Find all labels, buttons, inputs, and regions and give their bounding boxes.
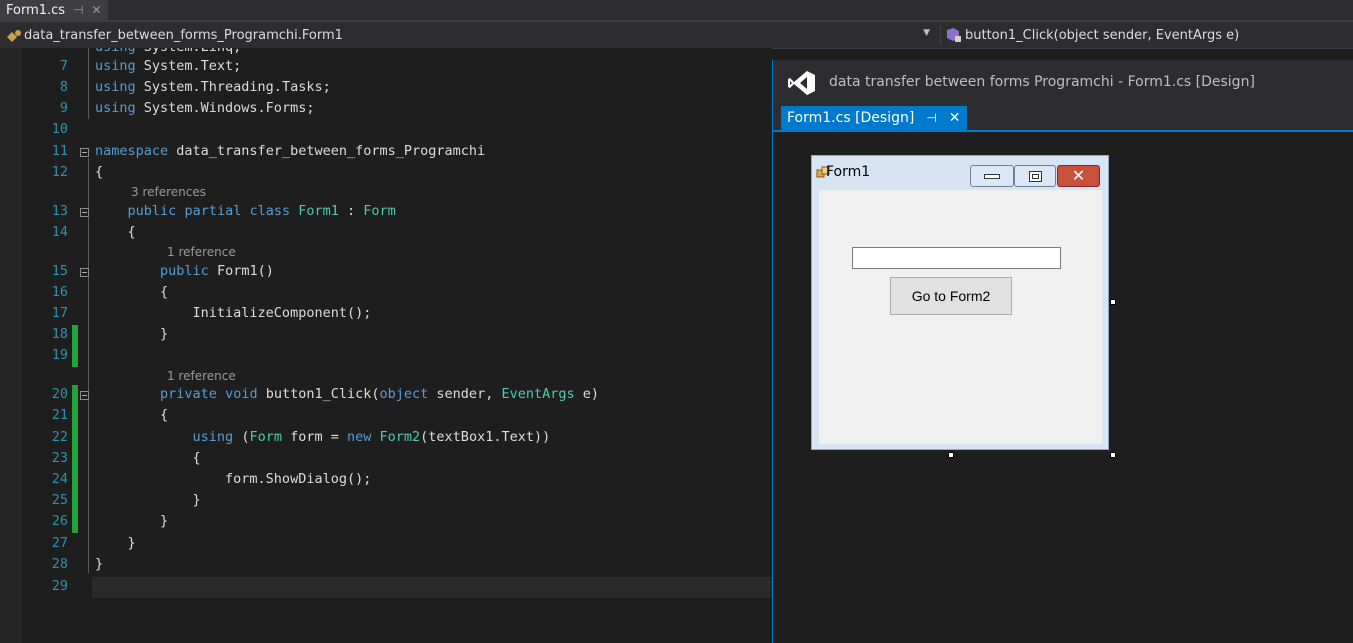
tab-form1-design[interactable]: Form1.cs [Design] ⊣ ✕ [781, 106, 967, 130]
code-line-24: form.ShowDialog(); [95, 471, 372, 487]
document-tab-strip: Form1.cs ⊣ ✕ [0, 0, 1353, 22]
resize-handle-right[interactable] [1110, 299, 1116, 305]
code-line-15: public Form1() [160, 263, 274, 279]
close-button[interactable]: ✕ [1057, 165, 1100, 187]
line-number: 20 [51, 386, 68, 402]
textbox1[interactable] [852, 247, 1061, 269]
collapse-method-icon[interactable] [80, 391, 89, 400]
code-line-9: using System.Windows.Forms; [95, 100, 315, 116]
current-line-highlight [92, 577, 772, 598]
form1-window[interactable]: Form1 ✕ Go to Form2 [811, 155, 1109, 450]
outline-guide [88, 48, 89, 119]
maximize-icon [1028, 170, 1042, 182]
line-number: 25 [51, 492, 68, 508]
code-editor[interactable]: using System.Linq; 7 8 9 10 11 12 13 14 … [0, 48, 772, 643]
collapse-class-icon[interactable] [80, 208, 89, 217]
line-number: 7 [59, 58, 68, 74]
code-line-23: { [95, 450, 201, 466]
go-to-form2-button[interactable]: Go to Form2 [890, 277, 1012, 315]
line-number: 15 [51, 263, 68, 279]
line-number: 10 [51, 121, 68, 137]
minimize-icon [984, 173, 1000, 179]
code-line-14: { [95, 224, 136, 240]
code-line-11: namespace data_transfer_between_forms_Pr… [95, 143, 486, 159]
code-line-13: public partial class Form1 : Form [127, 203, 396, 219]
codelens-references[interactable]: 1 reference [167, 369, 236, 383]
code-line-27: } [95, 535, 136, 551]
codelens-references[interactable]: 1 reference [167, 245, 236, 259]
code-line-16: { [95, 284, 169, 300]
codelens-references[interactable]: 3 references [131, 185, 206, 199]
tab-form1-cs[interactable]: Form1.cs ⊣ ✕ [0, 0, 108, 20]
code-line-17: InitializeComponent(); [95, 305, 372, 321]
form-client-area[interactable]: Go to Form2 [819, 190, 1102, 444]
line-number: 23 [51, 450, 68, 466]
code-line-6: using System.Linq; [95, 48, 241, 55]
line-number: 21 [51, 407, 68, 423]
member-dropdown[interactable]: button1_Click(object sender, EventArgs e… [940, 25, 1353, 45]
minimize-button[interactable] [970, 165, 1014, 187]
class-icon [7, 30, 21, 42]
line-number: 13 [51, 203, 68, 219]
line-number: 26 [51, 513, 68, 529]
designer-window-title: data transfer between forms Programchi -… [829, 74, 1255, 90]
code-line-8: using System.Threading.Tasks; [95, 79, 331, 95]
chevron-down-icon: ▼ [923, 28, 930, 38]
designer-tab-strip: Form1.cs [Design] ⊣ ✕ [773, 106, 1353, 132]
line-number: 29 [51, 578, 68, 594]
visual-studio-logo-icon [788, 71, 815, 95]
line-number: 24 [51, 471, 68, 487]
change-indicator [72, 385, 78, 533]
designer-tab-label: Form1.cs [Design] [787, 110, 915, 126]
pin-icon[interactable]: ⊣ [73, 3, 83, 17]
line-number: 16 [51, 284, 68, 300]
line-number: 12 [51, 164, 68, 180]
method-icon [947, 28, 961, 42]
resize-handle-bottom[interactable] [948, 452, 954, 458]
line-number: 22 [51, 429, 68, 445]
code-line-21: { [95, 407, 169, 423]
class-dropdown[interactable]: data_transfer_between_forms_Programchi.F… [4, 25, 934, 45]
member-text: button1_Click(object sender, EventArgs e… [965, 27, 1240, 43]
editor-left-margin [0, 48, 22, 643]
outline-guide [88, 158, 89, 573]
code-line-20: private void button1_Click(object sender… [160, 386, 599, 402]
close-icon[interactable]: ✕ [949, 110, 961, 126]
line-number: 19 [51, 347, 68, 363]
code-line-7: using System.Text; [95, 58, 242, 74]
design-surface[interactable]: Form1 ✕ Go to Form2 [782, 132, 1353, 643]
code-line-28: } [95, 556, 104, 572]
line-number: 11 [51, 143, 68, 159]
code-line-22: using (Form form = new Form2(textBox1.Te… [192, 429, 551, 445]
close-icon: ✕ [1071, 166, 1086, 185]
designer-title-bar[interactable]: data transfer between forms Programchi -… [773, 60, 1353, 106]
line-number: 17 [51, 305, 68, 321]
line-number: 9 [59, 100, 68, 116]
close-icon[interactable]: ✕ [92, 3, 102, 17]
resize-handle-corner[interactable] [1110, 452, 1116, 458]
navigation-bar: data_transfer_between_forms_Programchi.F… [0, 22, 1353, 49]
pin-icon[interactable]: ⊣ [926, 111, 936, 125]
designer-window[interactable]: data transfer between forms Programchi -… [772, 60, 1353, 643]
collapse-constructor-icon[interactable] [80, 268, 89, 277]
line-number: 8 [59, 79, 68, 95]
code-line-25: } [95, 492, 201, 508]
class-path-text: data_transfer_between_forms_Programchi.F… [24, 27, 343, 43]
tab-title: Form1.cs [6, 2, 66, 18]
line-number: 18 [51, 326, 68, 342]
maximize-button[interactable] [1014, 165, 1056, 187]
line-number: 27 [51, 535, 68, 551]
form-title: Form1 [826, 164, 871, 180]
line-number: 28 [51, 556, 68, 572]
code-line-18: } [95, 326, 169, 342]
code-line-12: { [95, 164, 104, 180]
collapse-namespace-icon[interactable] [80, 148, 89, 157]
change-indicator [72, 325, 78, 367]
code-line-26: } [95, 513, 169, 529]
line-number: 14 [51, 224, 68, 240]
